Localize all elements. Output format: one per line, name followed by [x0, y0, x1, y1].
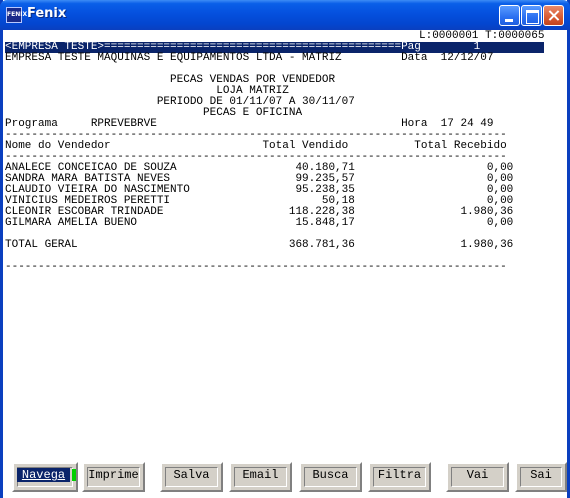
imprime-button[interactable]: Imprime [82, 462, 145, 492]
salva-button-label: Salva [173, 468, 210, 482]
table-row: GILMARA AMELIA BUENO 15.848,17 0,00 [5, 217, 514, 229]
maximize-button[interactable] [521, 5, 542, 26]
filtra-button-label: Filtra [377, 468, 422, 482]
app-logo-icon: FENIX [6, 7, 27, 23]
navega-button-label: Navega [17, 468, 70, 482]
report-console: L:0000001 T:0000065 <EMPRESA TESTE>=====… [3, 30, 567, 458]
imprime-button-label: Imprime [88, 468, 139, 482]
total-row: TOTAL GERAL 368.781,36 1.980,36 [5, 239, 514, 251]
filtra-button[interactable]: Filtra [368, 462, 431, 492]
email-button-label: Email [242, 468, 279, 482]
sai-button[interactable]: Sai [515, 462, 567, 492]
vai-button[interactable]: Vai [446, 462, 509, 492]
company-line: EMPRESA TESTE MAQUINAS E EQUIPAMENTOS LT… [5, 52, 494, 64]
title-bar[interactable]: FENIX Fenix [0, 0, 570, 30]
salva-button[interactable]: Salva [160, 462, 223, 492]
window-title: Fenix [27, 6, 67, 21]
busca-button[interactable]: Busca [299, 462, 362, 492]
minimize-button[interactable] [499, 5, 520, 26]
close-button[interactable] [543, 5, 564, 26]
busca-button-label: Busca [312, 468, 349, 482]
navega-button[interactable]: Navega [12, 462, 78, 492]
final-separator: ----------------------------------------… [5, 261, 507, 273]
sai-button-label: Sai [530, 468, 552, 482]
email-button[interactable]: Email [229, 462, 292, 492]
vai-button-label: Vai [466, 468, 489, 482]
text-cursor [72, 469, 76, 481]
